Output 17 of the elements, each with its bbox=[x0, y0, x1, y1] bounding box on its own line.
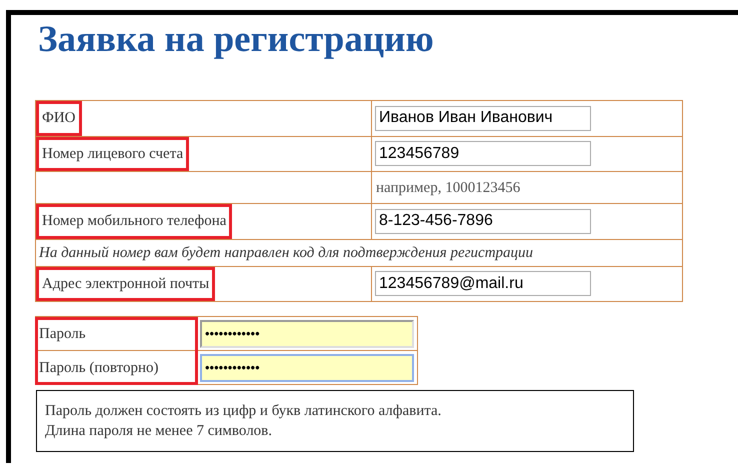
page-title: Заявка на регистрацию bbox=[38, 21, 434, 58]
field-label: Адрес электронной почты bbox=[36, 266, 216, 301]
text-input[interactable]: 123456789 bbox=[375, 141, 591, 166]
text-input[interactable]: Иванов Иван Иванович bbox=[375, 106, 591, 131]
rule-text: Пароль должен состоять из цифр и букв латинского алфавита. bbox=[45, 402, 442, 421]
password-input[interactable]: •••••••••••• bbox=[200, 354, 414, 382]
note-text: На данный номер вам будет направлен код для подтверждения регистрации bbox=[39, 244, 534, 260]
field-label: Пароль (повторно) bbox=[39, 360, 158, 376]
hint-text: например, 1000123456 bbox=[376, 180, 520, 196]
field-label: Номер мобильного телефона bbox=[36, 204, 232, 238]
text-input[interactable]: 123456789@mail.ru bbox=[375, 271, 591, 296]
field-label: ФИО bbox=[36, 101, 82, 136]
text-input[interactable]: 8-123-456-7896 bbox=[375, 208, 591, 234]
field-label: Номер лицевого счета bbox=[36, 136, 190, 171]
rule-text: Длина пароля не менее 7 символов. bbox=[45, 422, 274, 441]
password-input[interactable]: •••••••••••• bbox=[200, 320, 414, 348]
field-label: Пароль bbox=[39, 326, 86, 342]
